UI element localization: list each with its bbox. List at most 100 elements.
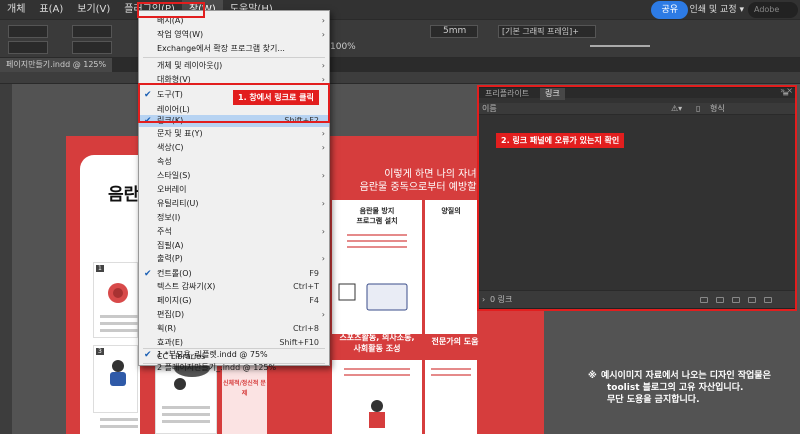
stroke-weight-field[interactable]: 5mm xyxy=(430,25,478,38)
step2-callout: 2. 링크 패널에 오류가 있는지 확인 xyxy=(496,133,625,148)
menu-item-label: 주석 xyxy=(157,227,172,236)
menu-item-label: 출력(P) xyxy=(157,254,183,263)
text-line xyxy=(162,420,210,423)
window-menu-item[interactable]: 속성 xyxy=(139,156,329,168)
notice-line-3: 무단 도용을 금지합니다. xyxy=(607,395,700,405)
h-field[interactable] xyxy=(72,41,112,54)
workspace-switcher[interactable]: 인쇄 및 교정 ▾ xyxy=(689,0,744,20)
window-menu-item[interactable]: 2 플레이지만들기_.indd @ 125% xyxy=(139,362,329,374)
brain-illustration xyxy=(108,283,128,303)
menu-item-label: 2 플레이지만들기_.indd @ 125% xyxy=(157,363,277,372)
left-heading: 음란 xyxy=(108,185,140,205)
menu-item-label: 텍스트 감싸기(X) xyxy=(157,282,216,291)
vertical-ruler xyxy=(0,84,12,434)
w-field[interactable] xyxy=(72,25,112,38)
chevron-right-icon: › xyxy=(321,254,325,263)
info-card-1: 음란물 방지 프로그램 설치 xyxy=(332,200,422,334)
stroke-weight-value: 5mm xyxy=(443,26,467,36)
menu-table[interactable]: 표(A) xyxy=(32,0,70,20)
menu-item-label: 속성 xyxy=(157,157,172,166)
window-menu-item[interactable]: 획(R) Ctrl+8 xyxy=(139,323,329,335)
window-menu-highlight xyxy=(137,2,205,18)
window-menu-item[interactable]: 주석 › xyxy=(139,226,329,238)
chevron-right-icon: › xyxy=(321,310,325,319)
text-line xyxy=(431,368,471,370)
info-card-2: 양질의 xyxy=(425,200,477,334)
window-menu-item[interactable]: 오버레이 xyxy=(139,184,329,196)
window-menu-item[interactable]: 출력(P) › xyxy=(139,253,329,265)
menu-item-shortcut: Ctrl+8 xyxy=(292,324,319,333)
info-card-2-title: 양질의 xyxy=(441,207,461,215)
zoom-value: 100% xyxy=(330,42,356,52)
search-field[interactable]: Adobe xyxy=(748,2,798,18)
text-line xyxy=(100,322,138,325)
chevron-right-icon: › xyxy=(321,61,325,70)
menu-item-label: 스타일(S) xyxy=(157,171,191,180)
x-field[interactable] xyxy=(8,25,48,38)
window-menu-item[interactable]: 페이지(G) F4 xyxy=(139,295,329,307)
thumbnail: 1 xyxy=(93,262,138,338)
chevron-right-icon: › xyxy=(321,143,325,152)
document-tabs: 페이지만들기.indd @ 125% xyxy=(0,58,800,72)
notice-line-1: 예시이미지 자료에서 나오는 디자인 작업물은 xyxy=(601,371,771,381)
menu-item-label: 집필(A) xyxy=(157,241,184,250)
menu-object[interactable]: 개체 xyxy=(0,0,32,20)
menu-item-label: 페이지(G) xyxy=(157,296,192,305)
window-menu-item[interactable]: Exchange에서 확장 프로그램 찾기... xyxy=(139,43,329,55)
text-line xyxy=(431,374,471,376)
frame-style-value: [기본 그래픽 프레임]+ xyxy=(502,27,579,36)
window-menu-item[interactable]: 편집(D) › xyxy=(139,309,329,321)
menu-item-label: 오버레이 xyxy=(157,185,187,194)
window-menu-item[interactable]: 텍스트 감싸기(X) Ctrl+T xyxy=(139,281,329,293)
menu-item-label: Exchange에서 확장 프로그램 찾기... xyxy=(157,44,285,53)
sports-illustration xyxy=(369,400,385,428)
menu-item-label: 컨트롤(O) xyxy=(157,269,192,278)
window-menu-item[interactable]: ✔ 1 *부모용_리플렛.indd @ 75% xyxy=(139,349,329,361)
thumb-number: 3 xyxy=(96,348,104,355)
chevron-right-icon: › xyxy=(321,30,325,39)
text-line xyxy=(162,413,210,416)
menu-item-label: 편집(D) xyxy=(157,310,185,319)
text-line xyxy=(344,368,410,370)
share-button[interactable]: 공유 xyxy=(651,1,688,19)
menu-item-shortcut: Shift+F10 xyxy=(279,338,319,347)
menu-separator xyxy=(143,57,325,58)
text-line xyxy=(100,315,138,318)
document-tab[interactable]: 페이지만들기.indd @ 125% xyxy=(0,58,113,72)
window-menu-item[interactable]: 스타일(S) › xyxy=(139,170,329,182)
sub-card-label: 신체적/정신적 문제 xyxy=(223,380,266,397)
window-menu-item[interactable]: 유틸리티(U) › xyxy=(139,198,329,210)
text-line xyxy=(100,418,138,421)
step1-callout: 1. 창에서 링크로 클릭 xyxy=(233,90,319,105)
window-menu-item[interactable]: 문자 및 표(Y) › xyxy=(139,128,329,140)
window-menu-item[interactable]: 색상(C) › xyxy=(139,142,329,154)
menu-item-label: 문자 및 표(Y) xyxy=(157,129,203,138)
menu-item-shortcut: F4 xyxy=(309,296,319,305)
frame-style-select[interactable]: [기본 그래픽 프레임]+ xyxy=(498,25,596,38)
person-illustration xyxy=(110,360,126,386)
window-menu-item[interactable]: 정보(I) xyxy=(139,212,329,224)
window-menu-item[interactable]: ✔ 컨트롤(O) F9 xyxy=(139,268,329,280)
menu-item-label: 정보(I) xyxy=(157,213,181,222)
window-menu-item[interactable]: 효과(E) Shift+F10 xyxy=(139,337,329,349)
chevron-right-icon: › xyxy=(321,16,325,25)
info-card-1-title: 음란물 방지 프로그램 설치 xyxy=(356,207,398,225)
monitor-illustration xyxy=(338,283,408,311)
window-menu-item[interactable]: 작업 영역(W) › xyxy=(139,29,329,41)
menu-item-shortcut: F9 xyxy=(309,269,319,278)
text-line xyxy=(100,425,138,428)
workspace-label: 인쇄 및 교정 xyxy=(689,5,737,15)
y-field[interactable] xyxy=(8,41,48,54)
menu-item-label: 색상(C) xyxy=(157,143,184,152)
menu-view[interactable]: 보기(V) xyxy=(70,0,117,20)
chevron-right-icon: › xyxy=(321,227,325,236)
window-menu-item[interactable]: 집필(A) xyxy=(139,240,329,252)
text-line xyxy=(347,234,407,236)
text-line xyxy=(347,240,407,242)
thumb-number: 1 xyxy=(96,265,104,272)
window-menu-item[interactable]: 개체 및 레이아웃(J) › xyxy=(139,60,329,72)
text-line xyxy=(162,406,210,409)
notice-mark: ※ xyxy=(588,371,597,381)
chevron-right-icon: › xyxy=(321,129,325,138)
horizontal-ruler xyxy=(0,72,800,84)
